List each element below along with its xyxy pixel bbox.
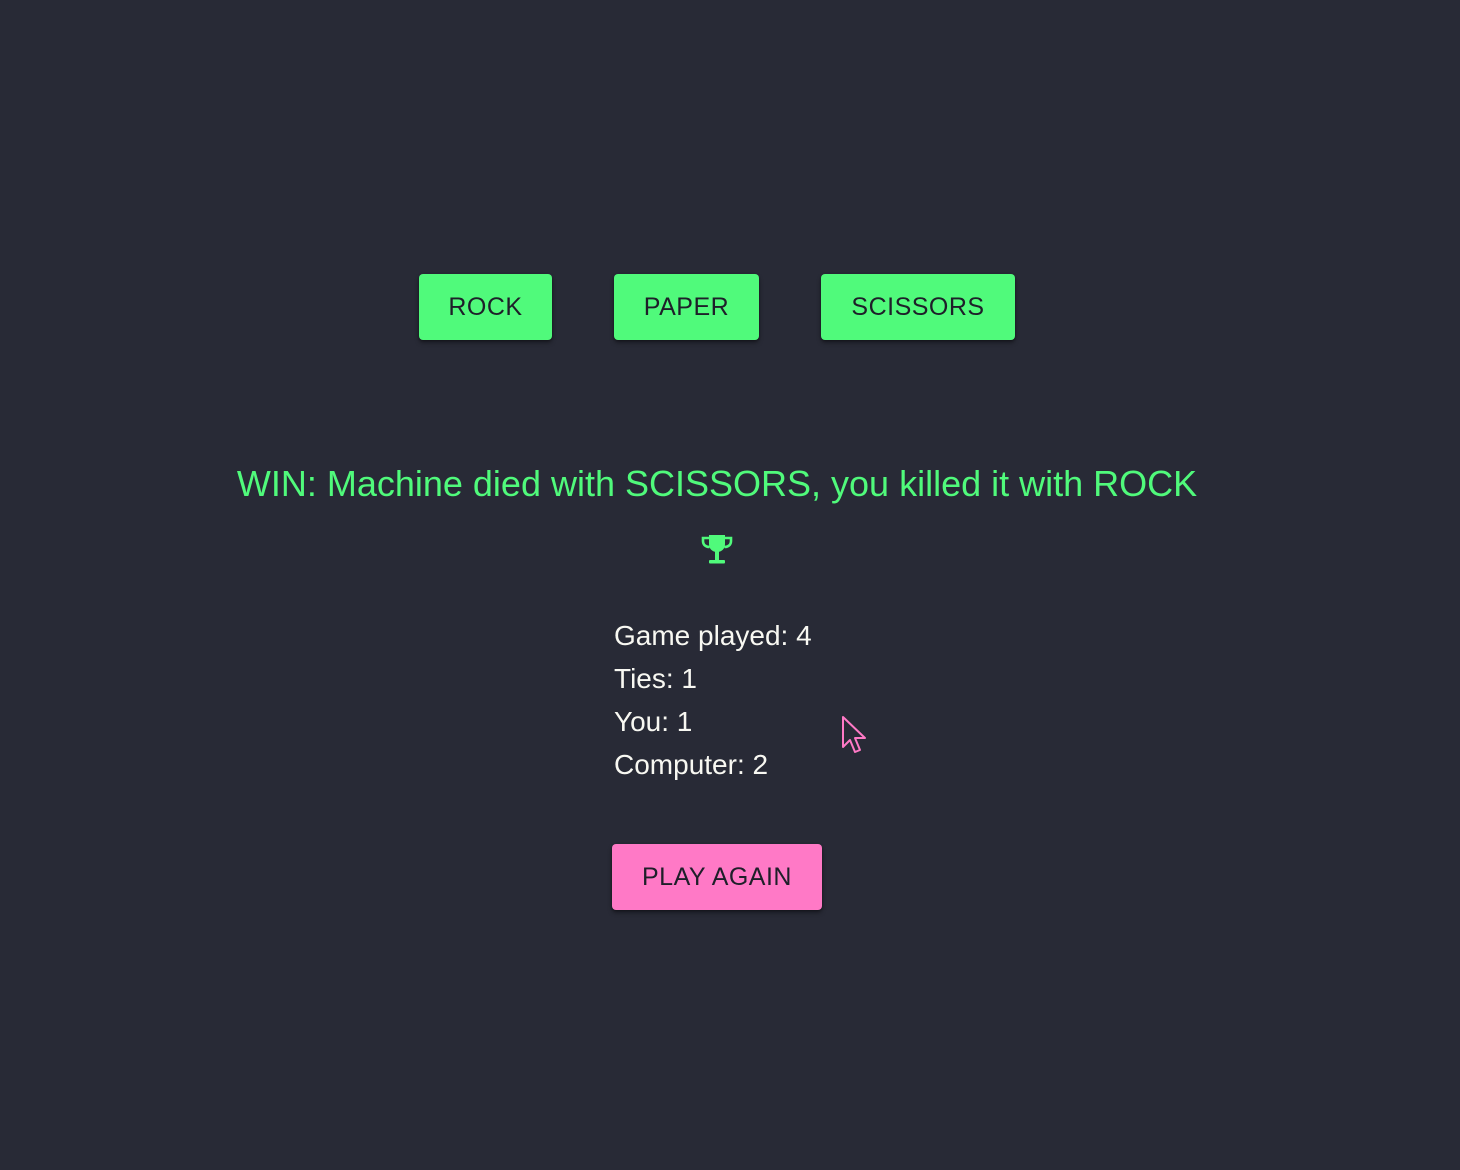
trophy-icon	[699, 531, 735, 567]
paper-button[interactable]: PAPER	[614, 274, 759, 340]
player-score-stat: You: 1	[614, 706, 693, 737]
ties-stat: Ties: 1	[614, 663, 697, 694]
score-board: Game played: 4 Ties: 1 You: 1 Computer: …	[614, 614, 812, 786]
result-message: WIN: Machine died with SCISSORS, you kil…	[236, 463, 1198, 504]
games-played-stat: Game played: 4	[614, 620, 812, 651]
play-again-button[interactable]: PLAY AGAIN	[612, 844, 822, 910]
rock-button[interactable]: ROCK	[419, 274, 552, 340]
game-screen: ROCK PAPER SCISSORS WIN: Machine died wi…	[0, 0, 1460, 1170]
computer-score-stat: Computer: 2	[614, 749, 769, 780]
mouse-cursor-icon	[840, 714, 868, 756]
scissors-button[interactable]: SCISSORS	[821, 274, 1015, 340]
